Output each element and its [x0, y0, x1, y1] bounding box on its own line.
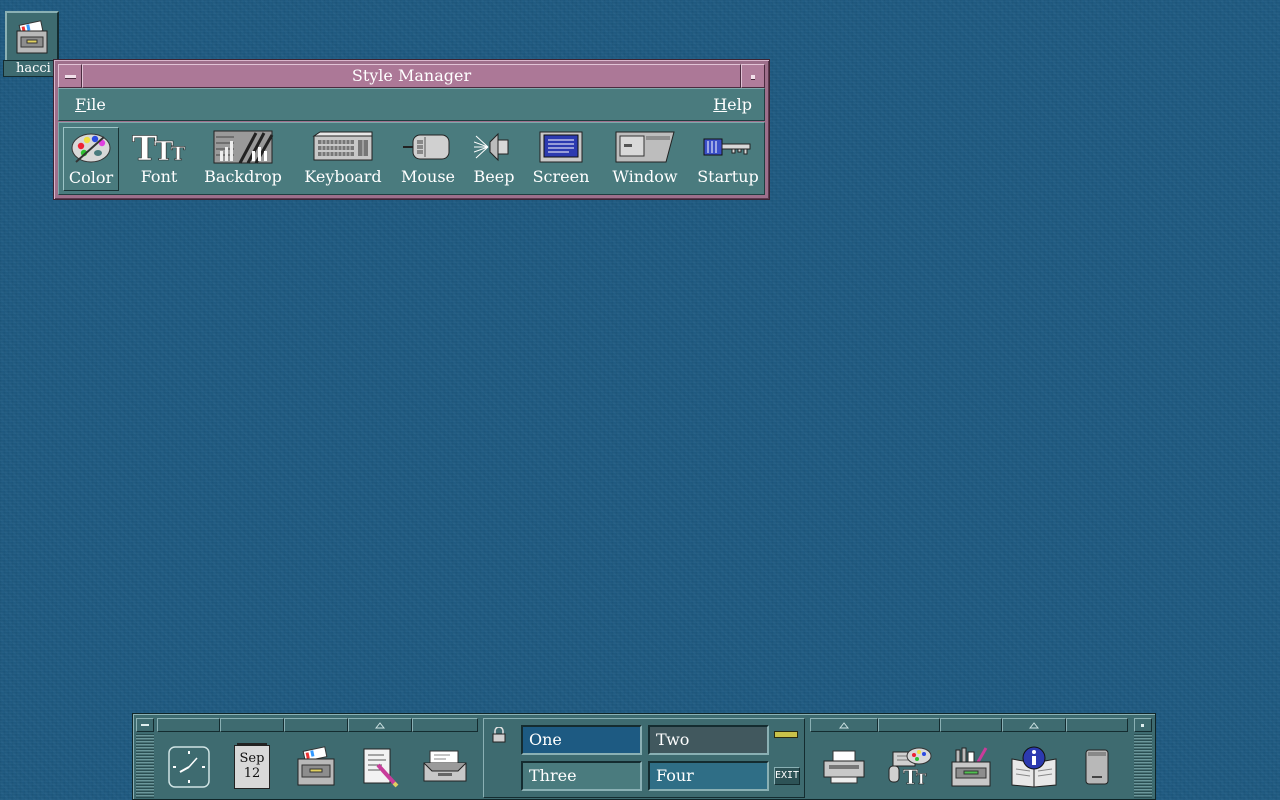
info-book-icon — [1011, 746, 1057, 788]
subpanel-tab-trash[interactable] — [1066, 718, 1128, 732]
file-manager-button[interactable] — [284, 736, 348, 798]
clock-icon — [167, 746, 210, 788]
subpanel-tab-calendar[interactable] — [220, 718, 284, 732]
title-bar: Style Manager — [58, 64, 765, 88]
tool-label: Screen — [532, 167, 590, 186]
text-editor-button[interactable] — [348, 736, 412, 798]
menu-help-label: elp — [727, 95, 752, 114]
subpanel-tab-clock[interactable] — [157, 718, 220, 732]
style-manager-icon: T T — [888, 747, 932, 788]
svg-text:T: T — [171, 143, 185, 165]
tool-label: Backdrop — [204, 167, 282, 186]
tool-label: Keyboard — [304, 167, 382, 186]
clock-button[interactable] — [157, 736, 220, 798]
workspace-three[interactable]: Three — [521, 761, 642, 791]
tool-label: Window — [612, 167, 678, 186]
minimize-button[interactable] — [741, 64, 765, 88]
menu-file[interactable]: File — [75, 95, 106, 114]
front-panel: Sep 12 One Two Three Four EXIT T T — [132, 713, 1156, 800]
calendar-button[interactable]: Sep 12 — [220, 736, 284, 798]
font-icon: T T T — [130, 127, 188, 167]
panel-drag-handle-left[interactable] — [136, 734, 154, 798]
palette-icon — [70, 128, 112, 168]
desktop-icon-label: hacci — [3, 60, 59, 77]
beep-button[interactable]: Beep — [471, 127, 517, 191]
menu-bar: File Help — [58, 88, 765, 121]
menu-file-mnemonic: F — [75, 95, 87, 114]
mouse-icon — [403, 127, 453, 167]
calendar-month: Sep — [239, 751, 265, 766]
window-icon — [614, 127, 676, 167]
workspace-switcher: One Two Three Four EXIT — [483, 718, 805, 798]
calendar-day: 12 — [243, 766, 261, 781]
subpanel-tab-editor[interactable] — [348, 718, 412, 732]
tool-label: Beep — [473, 167, 515, 186]
lock-icon[interactable] — [492, 726, 506, 747]
arrow-up-icon — [1029, 721, 1039, 728]
keyboard-icon — [312, 127, 374, 167]
app-manager-icon — [951, 747, 991, 787]
tool-label: Color — [68, 168, 114, 187]
workspace-two[interactable]: Two — [648, 725, 769, 755]
tool-label: Mouse — [401, 167, 455, 186]
trash-button[interactable] — [1066, 736, 1128, 798]
monitor-icon — [539, 127, 583, 167]
mail-tray-icon — [423, 750, 467, 782]
notepad-pencil-icon — [363, 748, 399, 788]
file-cabinet-icon — [297, 746, 335, 786]
mouse-button[interactable]: Mouse — [397, 127, 459, 191]
subpanel-tab-printer[interactable] — [810, 718, 878, 732]
subpanel-tab-mail[interactable] — [412, 718, 478, 732]
color-button[interactable]: Color — [63, 127, 119, 191]
file-cabinet-icon — [5, 11, 59, 63]
mailer-button[interactable] — [412, 736, 478, 798]
menu-help[interactable]: Help — [713, 95, 752, 114]
startup-button[interactable]: Startup — [693, 127, 763, 191]
svg-text:T: T — [916, 772, 927, 788]
keyboard-button[interactable]: Keyboard — [299, 127, 387, 191]
tool-label: Font — [140, 167, 178, 186]
exit-button[interactable]: EXIT — [774, 767, 800, 785]
screen-button[interactable]: Screen — [529, 127, 593, 191]
panel-minimize-button[interactable] — [1134, 718, 1152, 732]
calendar-icon: Sep 12 — [234, 743, 270, 789]
style-manager-launcher[interactable]: T T — [878, 736, 940, 798]
font-button[interactable]: T T T Font — [129, 127, 189, 191]
speaker-icon — [474, 127, 514, 167]
subpanel-tab-files[interactable] — [284, 718, 348, 732]
subpanel-tab-help[interactable] — [1002, 718, 1066, 732]
menu-help-mnemonic: H — [713, 95, 728, 114]
panel-menu-button[interactable] — [136, 718, 154, 732]
busy-indicator — [774, 731, 798, 738]
application-manager-button[interactable] — [940, 736, 1002, 798]
arrow-up-icon — [375, 721, 385, 728]
menu-file-label: ile — [86, 95, 106, 114]
subpanel-tab-style[interactable] — [878, 718, 940, 732]
printer-button[interactable] — [810, 736, 878, 798]
subpanel-tab-apps[interactable] — [940, 718, 1002, 732]
key-icon — [702, 127, 754, 167]
backdrop-icon — [212, 127, 274, 167]
window-button[interactable]: Window — [605, 127, 685, 191]
tool-bar: Color T T T Font Backdrop Keyboard Mouse… — [58, 122, 765, 195]
workspace-one[interactable]: One — [521, 725, 642, 755]
panel-drag-handle-right[interactable] — [1134, 734, 1152, 798]
help-manager-button[interactable] — [1002, 736, 1066, 798]
workspace-four[interactable]: Four — [648, 761, 769, 791]
trash-can-icon — [1085, 749, 1109, 785]
printer-icon — [823, 750, 865, 784]
style-manager-window: Style Manager File Help Color T T T Font… — [53, 59, 770, 200]
tool-label: Startup — [697, 167, 759, 186]
arrow-up-icon — [839, 721, 849, 728]
window-title[interactable]: Style Manager — [82, 64, 741, 88]
window-menu-button[interactable] — [58, 64, 82, 88]
backdrop-button[interactable]: Backdrop — [201, 127, 285, 191]
